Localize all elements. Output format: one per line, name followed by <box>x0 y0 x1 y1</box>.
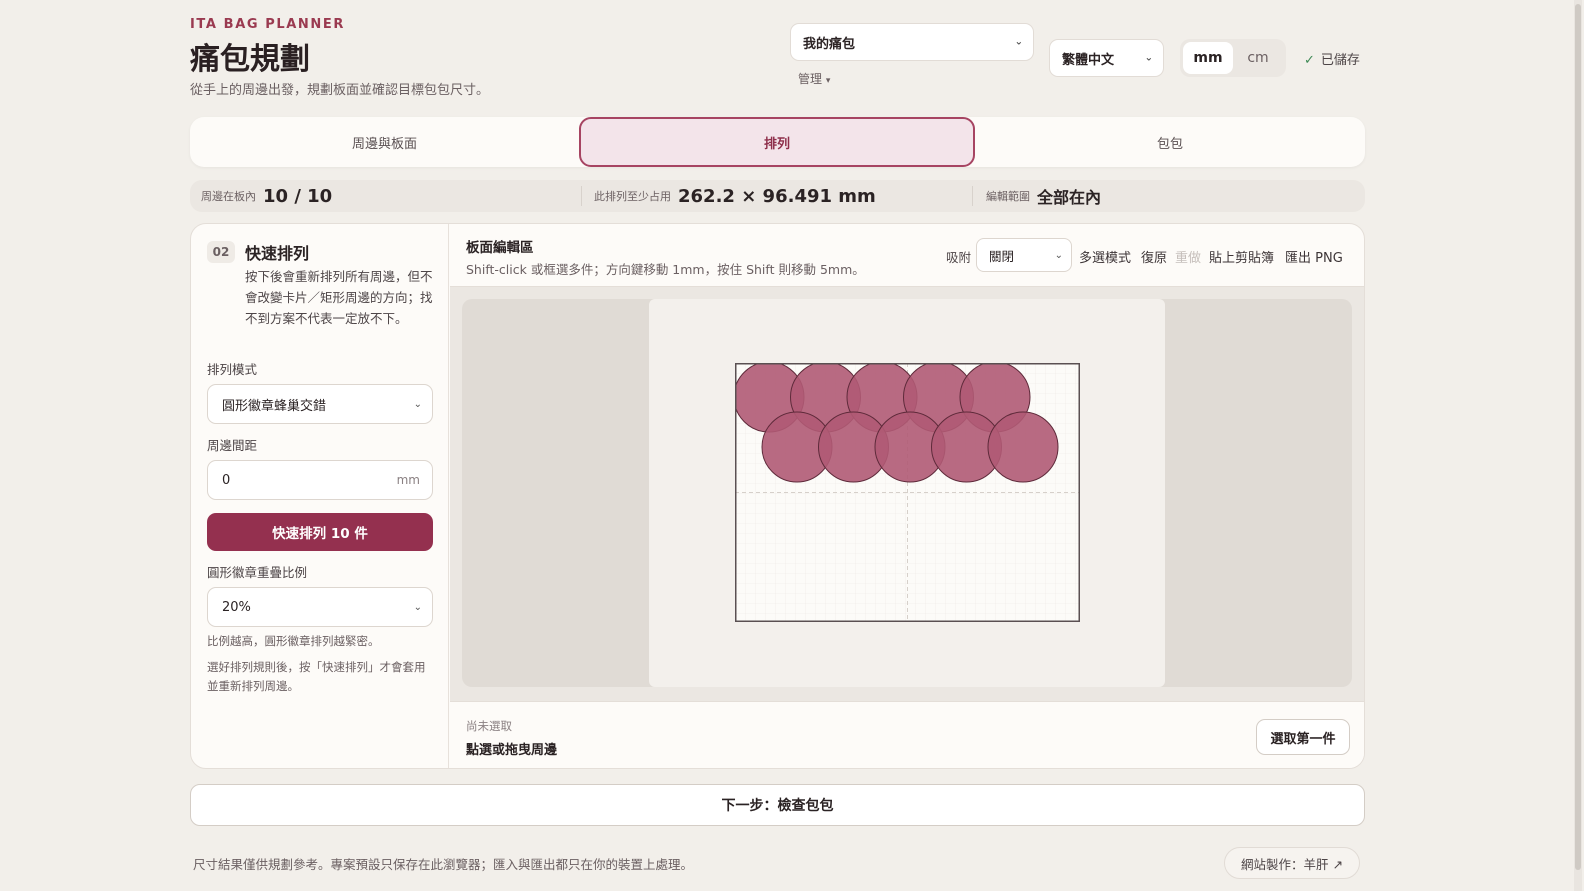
caret-down-icon: ▾ <box>825 76 831 86</box>
stat-range-value: 全部在內 <box>1037 188 1102 207</box>
unit-toggle: mm cm <box>1180 39 1286 77</box>
overlap-select[interactable]: 20% ⌄ <box>207 587 433 627</box>
language-select[interactable]: 繁體中文 ⌄ <box>1049 39 1164 77</box>
overlap-select-value: 20% <box>222 599 251 615</box>
round-badge[interactable] <box>987 411 1059 483</box>
stat-in-board: 周邊在板內 10 / 10 <box>201 180 332 212</box>
check-icon: ✓ <box>1304 53 1315 68</box>
divider <box>972 186 973 206</box>
page-title: 痛包規劃 <box>190 42 310 77</box>
divider <box>581 186 582 206</box>
editor-title: 板面編輯區 <box>466 240 534 256</box>
snap-select-value: 關閉 <box>989 248 1015 264</box>
canvas-stage <box>450 286 1364 701</box>
board-editor: 板面編輯區 Shift-click 或框選多件；方向鍵移動 1mm，按住 Shi… <box>450 224 1364 768</box>
manage-menu[interactable]: 管理 ▾ <box>798 70 830 87</box>
board-canvas[interactable] <box>735 363 1080 622</box>
unit-mm-button[interactable]: mm <box>1183 42 1233 74</box>
stat-range: 編輯範圍 全部在內 <box>986 180 1101 212</box>
next-step-button[interactable]: 下一步：檢查包包 <box>190 784 1365 826</box>
project-select[interactable]: 我的痛包 ⌄ <box>790 23 1034 61</box>
arrange-card: 02 快速排列 按下後會重新排列所有周邊，但不會改變卡片／矩形周邊的方向；找不到… <box>190 223 1365 769</box>
gap-input-value: 0 <box>222 472 231 488</box>
stat-size-value: 262.2 × 96.491 mm <box>678 185 876 207</box>
quick-arrange-button[interactable]: 快速排列 10 件 <box>207 513 433 551</box>
overlap-label: 圓形徽章重疊比例 <box>207 565 308 580</box>
save-status-label: 已儲存 <box>1320 53 1360 68</box>
footer-note: 尺寸結果僅供規劃參考。專案預設只保存在此瀏覽器；匯入與匯出都只在你的裝置上處理。 <box>193 857 694 872</box>
snap-select[interactable]: 關閉 ⌄ <box>976 238 1072 272</box>
save-status: ✓ 已儲存 <box>1304 49 1360 68</box>
stat-size-label: 此排列至少占用 <box>594 190 671 203</box>
quick-arrange-description: 按下後會重新排列所有周邊，但不會改變卡片／矩形周邊的方向；找不到方案不代表一定放… <box>245 269 433 326</box>
tab-bag[interactable]: 包包 <box>975 117 1365 167</box>
language-select-value: 繁體中文 <box>1062 52 1115 68</box>
badge-group <box>735 363 1059 483</box>
stat-in-board-label: 周邊在板內 <box>201 190 256 203</box>
selection-status: 尚未選取 <box>466 719 512 733</box>
selection-bar: 尚未選取 點選或拖曳周邊 選取第一件 <box>450 701 1364 768</box>
scrollbar-thumb[interactable] <box>1575 4 1581 870</box>
unit-cm-button[interactable]: cm <box>1233 42 1283 74</box>
step-number: 02 <box>207 241 235 263</box>
chevron-down-icon: ⌄ <box>1144 52 1153 64</box>
chevron-down-icon: ⌄ <box>413 398 422 410</box>
editor-subtitle: Shift-click 或框選多件；方向鍵移動 1mm，按住 Shift 則移動… <box>466 262 865 277</box>
redo-button[interactable]: 重做 <box>1175 247 1201 266</box>
gap-label: 周邊間距 <box>207 438 258 453</box>
stats-bar: 周邊在板內 10 / 10 此排列至少占用 262.2 × 96.491 mm … <box>190 180 1365 212</box>
stat-range-label: 編輯範圍 <box>986 190 1030 203</box>
project-select-value: 我的痛包 <box>803 36 856 52</box>
tab-items-board[interactable]: 周邊與板面 <box>190 117 579 167</box>
manage-label: 管理 <box>798 72 823 86</box>
chevron-down-icon: ⌄ <box>1054 249 1063 261</box>
tab-bar: 周邊與板面 排列 包包 <box>190 117 1365 167</box>
overlap-hint: 比例越高，圓形徽章排列越緊密。 <box>207 634 380 648</box>
export-png-button[interactable]: 匯出 PNG <box>1285 247 1343 266</box>
chevron-down-icon: ⌄ <box>413 601 422 613</box>
paper-sheet <box>649 299 1165 687</box>
select-first-button[interactable]: 選取第一件 <box>1256 719 1350 755</box>
stat-size: 此排列至少占用 262.2 × 96.491 mm <box>594 180 876 212</box>
mode-label: 排列模式 <box>207 362 258 377</box>
app-eyebrow: ITA BAG PLANNER <box>190 17 345 32</box>
quick-arrange-panel: 02 快速排列 按下後會重新排列所有周邊，但不會改變卡片／矩形周邊的方向；找不到… <box>191 224 449 768</box>
mode-select[interactable]: 圓形徽章蜂巢交錯 ⌄ <box>207 384 433 424</box>
paste-clipboard-button[interactable]: 貼上剪貼簿 <box>1209 247 1274 266</box>
stat-in-board-value: 10 / 10 <box>263 185 333 207</box>
chevron-down-icon: ⌄ <box>1014 36 1023 48</box>
quick-arrange-title: 快速排列 <box>245 244 310 263</box>
gap-unit: mm <box>396 473 420 487</box>
mode-select-value: 圓形徽章蜂巢交錯 <box>222 398 327 414</box>
canvas-area <box>462 299 1352 687</box>
snap-label: 吸附 <box>946 250 972 265</box>
gap-input[interactable]: 0 mm <box>207 460 433 500</box>
selection-hint: 點選或拖曳周邊 <box>466 743 558 758</box>
page: ITA BAG PLANNER 痛包規劃 從手上的周邊出發，規劃板面並確認目標包… <box>0 0 1584 891</box>
credit-link[interactable]: 網站製作：羊肝 ↗ <box>1224 847 1360 879</box>
apply-hint: 選好排列規則後，按「快速排列」才會套用並重新排列周邊。 <box>207 660 426 693</box>
undo-button[interactable]: 復原 <box>1141 247 1167 266</box>
multi-select-button[interactable]: 多選模式 <box>1079 247 1131 266</box>
scrollbar[interactable] <box>1574 0 1582 891</box>
page-subtitle: 從手上的周邊出發，規劃板面並確認目標包包尺寸。 <box>190 83 490 98</box>
tab-arrange[interactable]: 排列 <box>579 117 975 167</box>
